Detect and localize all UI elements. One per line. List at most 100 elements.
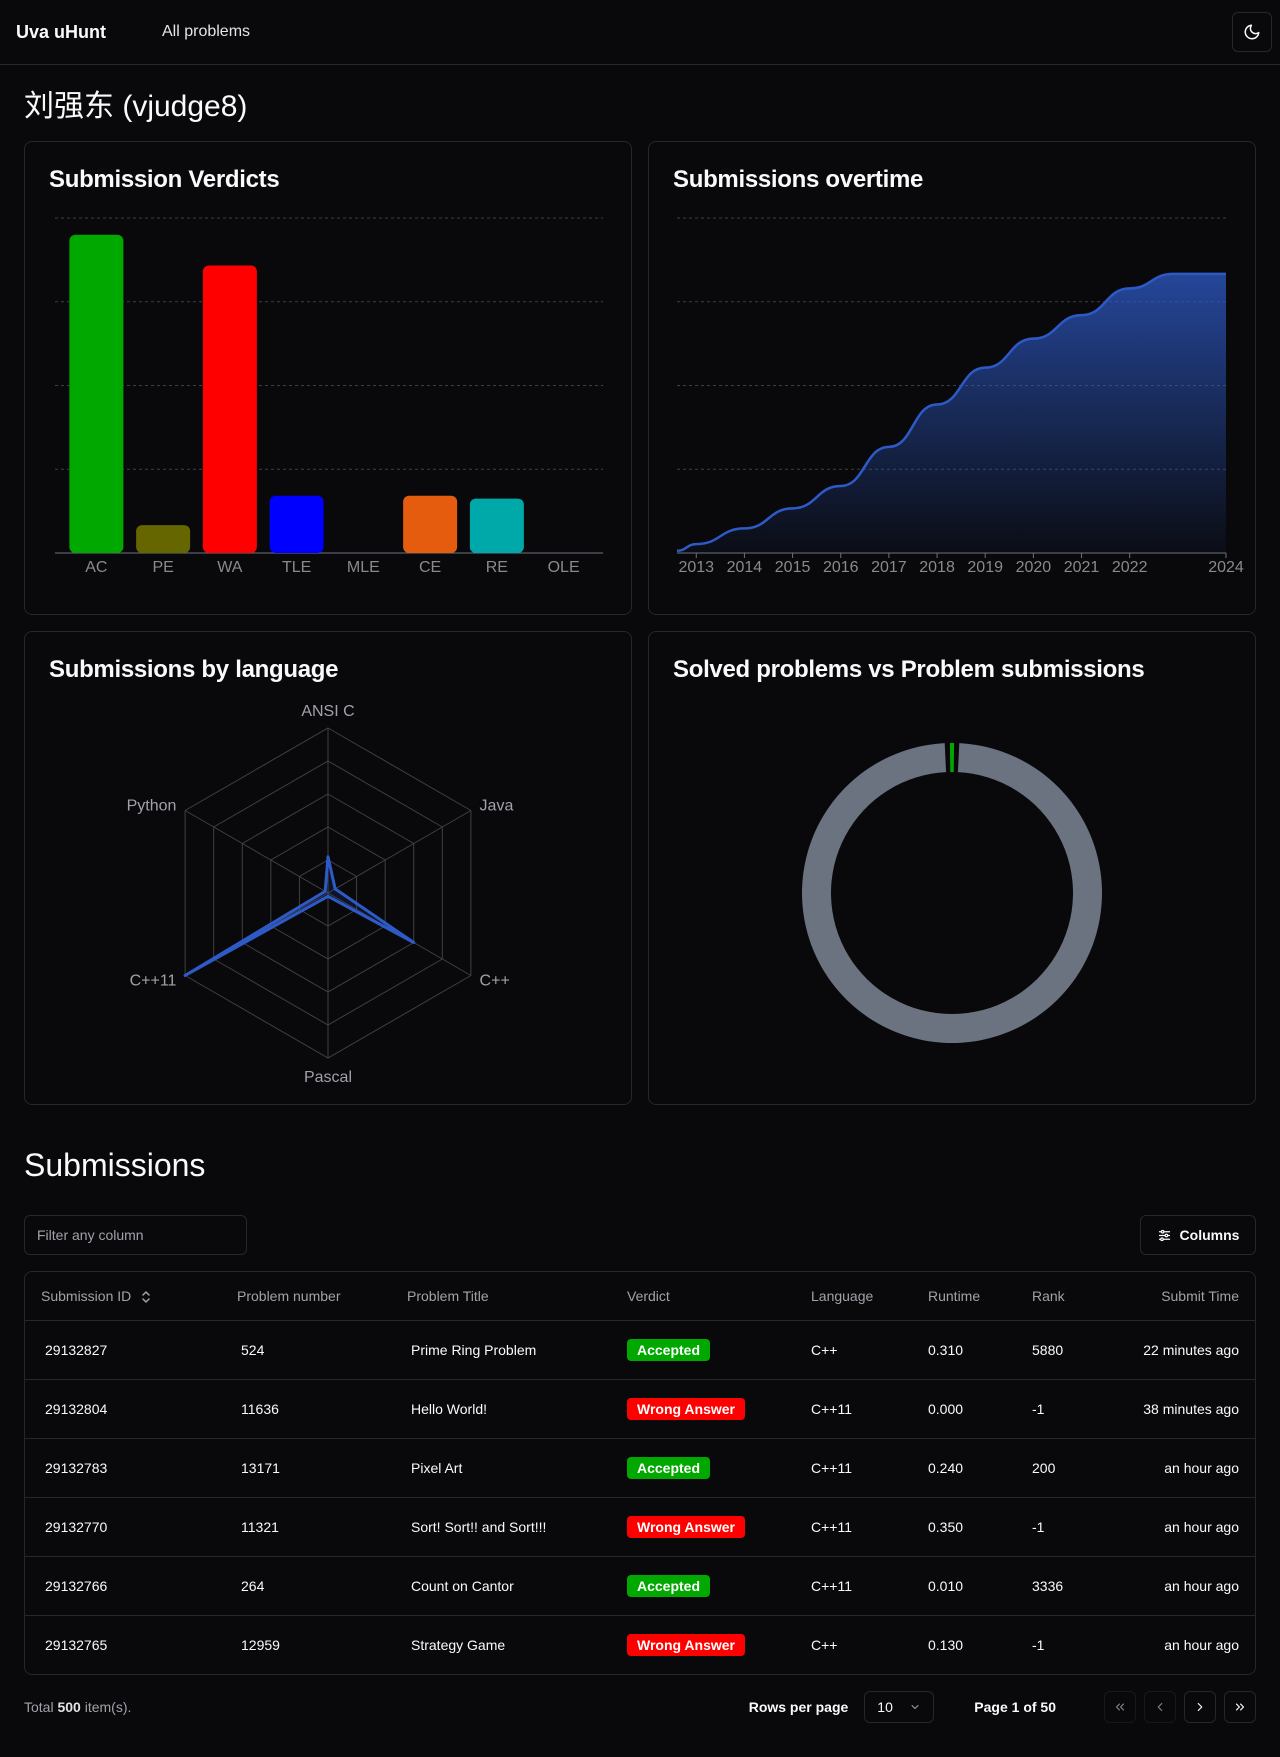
header-language: Language xyxy=(795,1272,912,1321)
cell-problem-number: 13171 xyxy=(221,1438,391,1498)
filter-input[interactable] xyxy=(24,1215,247,1255)
cell-submit-time: 38 minutes ago xyxy=(1116,1379,1255,1439)
sliders-icon xyxy=(1158,1229,1170,1241)
tick-label: 2022 xyxy=(1112,559,1148,576)
columns-button[interactable]: Columns xyxy=(1140,1215,1256,1255)
cell-problem-title: Count on Cantor xyxy=(391,1556,611,1616)
page-content: 刘强东 (vjudge8) AC PE WA TLE MLE CE RE OLE Submis… xyxy=(0,89,1280,1739)
cell-submission-id: 29132827 xyxy=(25,1320,221,1380)
tick-label: OLE xyxy=(548,559,580,576)
bar-wa xyxy=(202,265,257,553)
tick-label: 2018 xyxy=(919,559,955,576)
rows-per-page-value: 10 xyxy=(877,1699,893,1715)
theme-toggle-button[interactable] xyxy=(1232,12,1272,52)
brand-logo[interactable]: Uva uHunt xyxy=(16,22,106,43)
tick-label: AC xyxy=(85,559,107,576)
table-header-row: Submission ID Problem number Problem Tit… xyxy=(25,1272,1255,1321)
cell-runtime: 0.130 xyxy=(928,1636,964,1653)
language-card: ANSI C Java C++ Pascal C++11 Python Submissio… xyxy=(24,631,632,1105)
cell-rank: -1 xyxy=(1016,1497,1116,1557)
cell-problem-title: Strategy Game xyxy=(411,1636,506,1653)
cell-submission-id: 29132766 xyxy=(25,1556,221,1616)
cell-submission-id: 29132804 xyxy=(25,1379,221,1439)
cell-submit-time: 22 minutes ago xyxy=(1116,1320,1255,1380)
radar-axis-label: Python xyxy=(127,798,177,815)
tick-label: TLE xyxy=(282,559,311,576)
nav-all-problems[interactable]: All problems xyxy=(162,23,250,41)
cell-submission-id: 29132783 xyxy=(25,1438,221,1498)
radar-spoke xyxy=(327,810,472,894)
header-submission-id[interactable]: Submission ID xyxy=(25,1272,221,1321)
header-problem-number: Problem number xyxy=(221,1272,391,1321)
radar-axis-label: Pascal xyxy=(304,1069,352,1086)
verdicts-chart: AC PE WA TLE MLE CE RE OLE xyxy=(55,217,603,576)
solved-chart xyxy=(802,743,1102,1043)
chevron-left-icon xyxy=(1157,1702,1163,1712)
radar-series xyxy=(183,855,416,977)
cell-problem-title: Sort! Sort!! and Sort!!! xyxy=(391,1497,611,1557)
tick-label: CE xyxy=(419,559,441,576)
tick-label: 2019 xyxy=(967,559,1003,576)
table-row: 29132766 264 Count on Cantor Accepted C+… xyxy=(25,1556,1255,1616)
cell-verdict: Accepted xyxy=(611,1556,795,1616)
header-runtime: Runtime xyxy=(912,1272,1016,1321)
tick-label: WA xyxy=(217,559,243,576)
overtime-chart: 2013 2014 2015 2016 2017 2018 2019 2020 2021 2022… xyxy=(676,217,1244,576)
cell-submission-id: 29132770 xyxy=(25,1497,221,1557)
rows-per-page-select[interactable]: 10 xyxy=(864,1691,935,1723)
chevrons-left-icon xyxy=(1115,1703,1125,1711)
page-indicator: Page 1 of 50 xyxy=(974,1699,1056,1715)
cell-runtime: 0.240 xyxy=(912,1438,1016,1498)
sort-icon[interactable] xyxy=(141,1290,151,1304)
cell-verdict: Wrong Answer xyxy=(611,1497,795,1557)
cell-language: C++11 xyxy=(795,1438,912,1498)
verdict-badge: Wrong Answer xyxy=(627,1633,746,1656)
verdicts-card: AC PE WA TLE MLE CE RE OLE Submission Verdicts xyxy=(24,141,632,615)
cell-language: C++11 xyxy=(795,1379,912,1439)
cell-language: C++ xyxy=(795,1320,912,1380)
cell-runtime: 0.010 xyxy=(912,1556,1016,1616)
radar-axis-label: Java xyxy=(480,798,514,815)
cell-rank: -1 xyxy=(1032,1636,1045,1653)
header-rank: Rank xyxy=(1016,1272,1116,1321)
cell-problem-number: 11321 xyxy=(221,1497,391,1557)
tick-label: 2021 xyxy=(1064,559,1100,576)
cell-verdict: Wrong Answer xyxy=(611,1379,795,1439)
radar-axis-label: C++11 xyxy=(130,973,177,990)
header-submit-time: Submit Time xyxy=(1116,1272,1255,1321)
tick-label: 2016 xyxy=(823,559,859,576)
last-page-button[interactable] xyxy=(1224,1691,1256,1723)
columns-button-label: Columns xyxy=(1179,1227,1240,1243)
tick-label: 2017 xyxy=(871,559,907,576)
cell-problem-number: 524 xyxy=(221,1320,391,1380)
cell-language: C++11 xyxy=(795,1497,912,1557)
verdict-badge: Accepted xyxy=(627,1456,711,1479)
cell-problem-title: Hello World! xyxy=(391,1379,611,1439)
solved-card: Solved problems vs Problem submissions xyxy=(648,631,1256,1105)
tick-label: MLE xyxy=(347,559,380,576)
verdict-badge: Accepted xyxy=(627,1574,711,1597)
chevron-right-icon xyxy=(1197,1702,1203,1712)
next-page-button[interactable] xyxy=(1184,1691,1216,1723)
cell-problem-title: Pixel Art xyxy=(391,1438,611,1498)
cell-language: C++ xyxy=(811,1636,838,1653)
total-items: Total 500 item(s). xyxy=(24,1699,132,1715)
solved-card-title: Solved problems vs Problem submissions xyxy=(673,656,1145,683)
previous-page-button[interactable] xyxy=(1144,1691,1176,1723)
submissions-table: Submission ID Problem number Problem Tit… xyxy=(24,1271,1256,1675)
donut-slice xyxy=(802,743,1102,1043)
tick-label: RE xyxy=(486,559,508,576)
verdict-badge: Wrong Answer xyxy=(627,1515,746,1538)
cell-rank: 200 xyxy=(1016,1438,1116,1498)
cell-runtime: 0.350 xyxy=(912,1497,1016,1557)
cell-submit-time: an hour ago xyxy=(1164,1636,1239,1653)
submissions-title: Submissions xyxy=(24,1147,206,1183)
first-page-button[interactable] xyxy=(1104,1691,1136,1723)
cell-problem-title: Prime Ring Problem xyxy=(391,1320,611,1380)
radar-spoke xyxy=(184,810,329,894)
table-row: 29132765 12959 Strategy Game Wrong Answe… xyxy=(25,1615,1255,1674)
tick-label: PE xyxy=(152,559,173,576)
bar-tle xyxy=(269,495,324,553)
chevron-down-icon xyxy=(911,1705,919,1709)
donut-slice xyxy=(949,743,955,773)
